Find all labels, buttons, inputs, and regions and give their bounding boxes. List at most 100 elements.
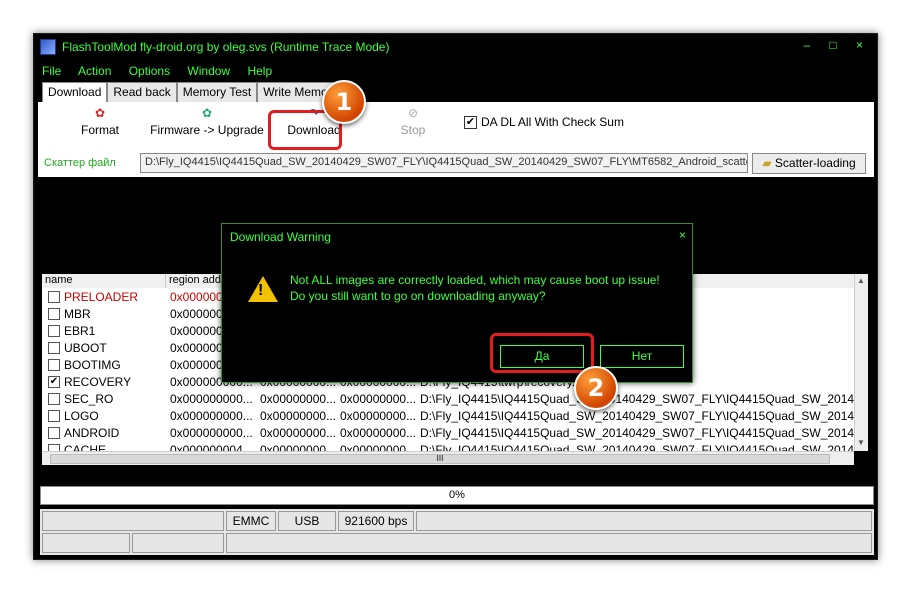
column-header-region-addr[interactable]: region addr: [166, 274, 226, 288]
table-row[interactable]: LOGO 0x000000000... 0x00000000... 0x0000000…: [42, 408, 854, 425]
yes-button-highlight: [490, 333, 594, 373]
status-storage: EMMC: [226, 511, 276, 531]
stop-icon: ⊘: [407, 106, 419, 120]
scatter-label: Скаттер файл: [44, 157, 116, 169]
no-button[interactable]: Нет: [600, 345, 684, 368]
stop-label: Stop: [400, 123, 426, 137]
warning-exclamation: !: [258, 282, 264, 299]
callout-badge-2: 2: [574, 366, 618, 410]
row-name: SEC_RO: [64, 392, 114, 406]
firmware-upgrade-button[interactable]: ✿ Firmware -> Upgrade: [142, 106, 272, 137]
status-cell-empty-3: [42, 533, 130, 553]
tab-download[interactable]: Download: [42, 82, 108, 102]
row-name: EBR1: [64, 324, 96, 338]
row-checkbox[interactable]: [48, 393, 60, 405]
progress-text: 0%: [449, 489, 465, 501]
status-cell-empty-5: [226, 533, 872, 553]
status-baud: 921600 bps: [338, 511, 414, 531]
status-port: USB: [278, 511, 336, 531]
scroll-down-icon[interactable]: ▼: [857, 438, 865, 447]
row-checkbox[interactable]: [48, 427, 60, 439]
window-title: FlashToolMod fly-droid.org by oleg.svs (…: [62, 40, 390, 54]
menu-window[interactable]: Window: [187, 64, 230, 78]
row-name: LOGO: [64, 409, 99, 423]
format-label: Format: [80, 123, 119, 137]
firmware-upgrade-label: Firmware -> Upgrade: [150, 123, 264, 137]
dialog-title: Download Warning: [230, 230, 331, 244]
checksum-option[interactable]: ✔ DA DL All With Check Sum: [464, 115, 624, 130]
row-name: BOOTIMG: [64, 358, 121, 372]
format-button[interactable]: ✿ Format: [68, 106, 132, 137]
row-end-addr: 0x00000000...: [340, 392, 417, 406]
stop-button[interactable]: ⊘ Stop: [388, 106, 438, 137]
row-name: RECOVERY: [64, 375, 132, 389]
row-checkbox[interactable]: [48, 291, 60, 303]
column-header-name[interactable]: name: [42, 274, 166, 288]
row-checkbox[interactable]: [48, 308, 60, 320]
status-bar: EMMC USB 921600 bps: [40, 509, 874, 555]
row-name: PRELOADER: [64, 290, 139, 304]
row-region-addr: 0x000000000...: [170, 426, 253, 440]
status-cell-empty-2: [416, 511, 872, 531]
row-location: D:\Fly_IQ4415\IQ4415Quad_SW_20140429_SW0…: [420, 392, 854, 406]
row-location: D:\Fly_IQ4415\IQ4415Quad_SW_20140429_SW0…: [420, 443, 854, 451]
row-name: ANDROID: [64, 426, 120, 440]
download-warning-dialog: Download Warning × ! Not ALL images are …: [221, 223, 693, 383]
row-checkbox[interactable]: ✔: [48, 376, 60, 388]
vertical-scrollbar[interactable]: ▲ ▼: [854, 274, 868, 451]
tab-read-back[interactable]: Read back: [107, 82, 177, 102]
row-end-addr: 0x00000000...: [340, 409, 417, 423]
scatter-loading-button[interactable]: ▰ Scatter-loading: [752, 153, 866, 174]
scatter-row: Скаттер файл D:\Fly_IQ4415\IQ4415Quad_SW…: [38, 150, 874, 177]
scroll-up-icon[interactable]: ▲: [857, 276, 865, 285]
row-start-addr: 0x00000000...: [260, 409, 337, 423]
folder-icon: ▰: [762, 156, 772, 170]
menu-action[interactable]: Action: [78, 64, 111, 78]
format-icon: ✿: [94, 106, 106, 120]
row-checkbox[interactable]: [48, 444, 60, 451]
menu-help[interactable]: Help: [247, 64, 272, 78]
toolbar: ✿ Format ✿ Firmware -> Upgrade ↷ Downloa…: [38, 102, 874, 150]
table-row[interactable]: SEC_RO 0x000000000... 0x00000000... 0x00000…: [42, 391, 854, 408]
row-location: D:\Fly_IQ4415\IQ4415Quad_SW_20140429_SW0…: [420, 426, 854, 440]
window-controls[interactable]: – □ ×: [803, 38, 871, 52]
dialog-close-icon[interactable]: ×: [679, 228, 686, 242]
row-name: UBOOT: [64, 341, 107, 355]
callout-badge-1: 1: [322, 80, 366, 124]
row-name: MBR: [64, 307, 91, 321]
menu-file[interactable]: File: [42, 64, 61, 78]
firmware-upgrade-icon: ✿: [201, 106, 213, 120]
app-icon: [40, 39, 56, 55]
row-end-addr: 0x00000000...: [340, 426, 417, 440]
row-checkbox[interactable]: [48, 342, 60, 354]
table-row[interactable]: ANDROID 0x000000000... 0x00000000... 0x0000…: [42, 425, 854, 442]
checksum-label: DA DL All With Check Sum: [481, 115, 624, 129]
menu-options[interactable]: Options: [129, 64, 170, 78]
row-location: D:\Fly_IQ4415\IQ4415Quad_SW_20140429_SW0…: [420, 409, 854, 423]
row-start-addr: 0x00000000...: [260, 392, 337, 406]
tab-strip: Download Read back Memory Test Write Memory: [42, 82, 344, 102]
row-end-addr: 0x00000000...: [340, 443, 417, 451]
horizontal-scrollbar[interactable]: III: [42, 451, 854, 465]
progress-bar: 0%: [40, 486, 874, 505]
horizontal-scroll-thumb[interactable]: III: [50, 454, 830, 464]
row-start-addr: 0x00000000...: [260, 426, 337, 440]
scatter-path-field[interactable]: D:\Fly_IQ4415\IQ4415Quad_SW_20140429_SW0…: [140, 153, 748, 173]
row-checkbox[interactable]: [48, 325, 60, 337]
status-cell-empty-1: [42, 511, 224, 531]
row-checkbox[interactable]: [48, 410, 60, 422]
row-region-addr: 0x000000000...: [170, 392, 253, 406]
dialog-message-line1: Not ALL images are correctly loaded, whi…: [290, 273, 660, 287]
row-name: CACHE: [64, 443, 107, 451]
dialog-message-line2: Do you still want to go on downloading a…: [290, 289, 546, 303]
status-cell-empty-4: [132, 533, 224, 553]
row-region-addr: 0x000000000...: [170, 409, 253, 423]
row-checkbox[interactable]: [48, 359, 60, 371]
table-row[interactable]: CACHE 0x000000004... 0x00000000... 0x000000…: [42, 442, 854, 451]
row-start-addr: 0x00000000...: [260, 443, 337, 451]
checksum-checkbox[interactable]: ✔: [464, 116, 477, 130]
tab-memory-test[interactable]: Memory Test: [176, 82, 258, 102]
scatter-loading-label: Scatter-loading: [774, 156, 856, 170]
row-region-addr: 0x000000004...: [170, 443, 253, 451]
menu-bar: File Action Options Window Help: [42, 64, 286, 82]
